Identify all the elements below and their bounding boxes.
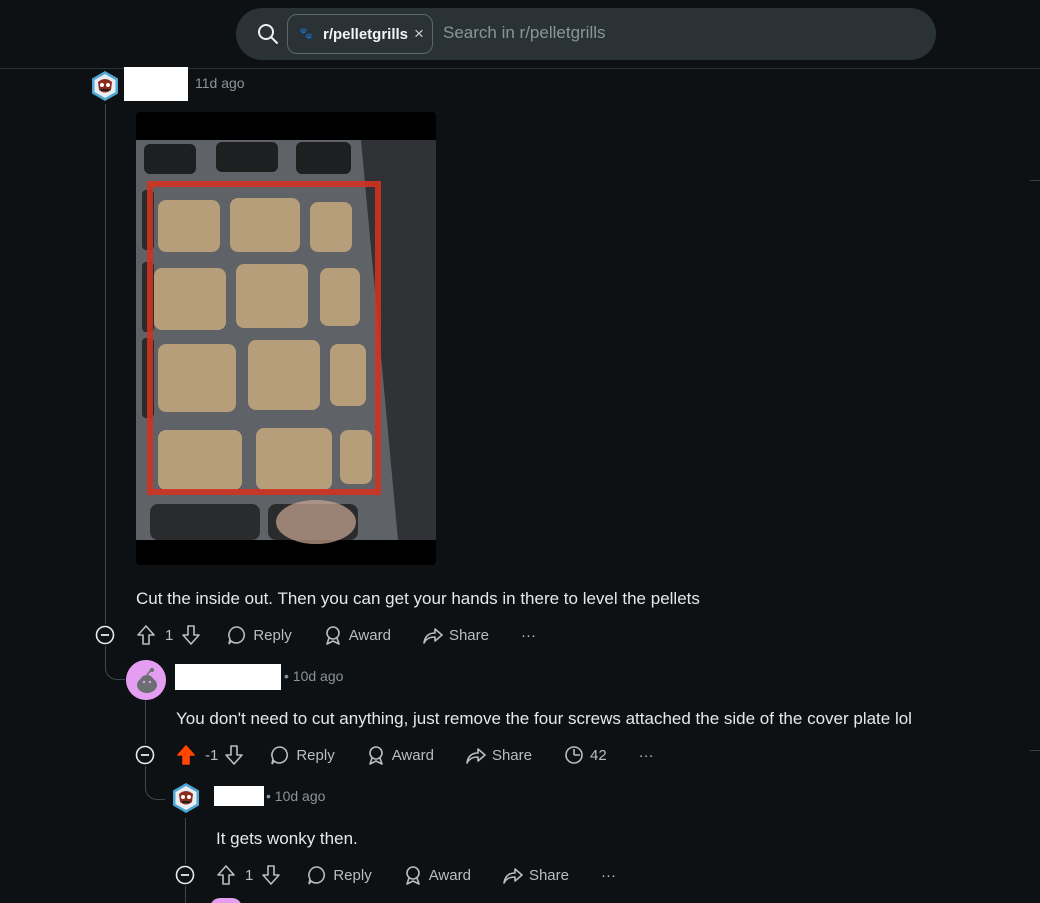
search-input[interactable]: Search in r/pelletgrills: [443, 23, 606, 43]
reply-label: Reply: [253, 626, 292, 644]
thread-line: [145, 700, 146, 744]
reply-label: Reply: [296, 746, 335, 764]
award-button[interactable]: Award: [403, 865, 471, 885]
collapse-thread-icon[interactable]: [95, 625, 115, 645]
thread-line: [105, 104, 106, 624]
share-label: Share: [448, 626, 489, 644]
reply-button[interactable]: Reply: [270, 745, 335, 765]
close-icon[interactable]: ×: [414, 24, 424, 44]
downvote-icon[interactable]: [261, 864, 281, 886]
collapse-thread-icon[interactable]: [175, 865, 195, 885]
username-redacted: [214, 786, 264, 806]
comment-action-bar: -1 Reply Award Share 42 ···: [176, 743, 654, 767]
award-button[interactable]: Award: [323, 625, 391, 645]
share-button[interactable]: Share: [466, 745, 532, 765]
share-label: Share: [491, 746, 532, 764]
avatar[interactable]: [89, 70, 121, 102]
collapse-thread-icon[interactable]: [135, 745, 155, 765]
share-button[interactable]: Share: [503, 865, 569, 885]
award-label: Award: [348, 626, 391, 644]
award-label: Award: [428, 866, 471, 884]
top-bar: 🐾 r/pelletgrills × Search in r/pelletgri…: [0, 0, 1040, 69]
comment-action-bar: 1 Reply Award Share ···: [216, 863, 616, 887]
search-bar[interactable]: 🐾 r/pelletgrills × Search in r/pelletgri…: [236, 8, 936, 60]
upvote-icon[interactable]: [136, 624, 156, 646]
award-button[interactable]: Award: [366, 745, 434, 765]
thread-branch: [105, 646, 125, 680]
scrollbar-tick: [1030, 750, 1040, 751]
comment-action-bar: 1 Reply Award Share ···: [136, 623, 536, 647]
downvote-icon[interactable]: [181, 624, 201, 646]
more-options-icon[interactable]: ···: [521, 627, 536, 644]
comment-timestamp: • 10d ago: [284, 668, 344, 684]
award-icon: [368, 746, 383, 765]
more-options-icon[interactable]: ···: [601, 867, 616, 884]
views-chart-icon: [565, 746, 583, 764]
snoo-avatar-icon: [126, 660, 166, 700]
downvote-icon[interactable]: [224, 744, 244, 766]
comment-body: It gets wonky then.: [216, 829, 358, 848]
comment-body: Cut the inside out. Then you can get you…: [136, 589, 700, 608]
upvote-icon[interactable]: [216, 864, 236, 886]
comment-body: You don't need to cut anything, just rem…: [176, 709, 912, 728]
share-icon: [503, 868, 523, 884]
share-icon: [423, 628, 443, 644]
search-icon: [258, 24, 278, 44]
vote-count: -1: [205, 746, 219, 764]
vote-count: 1: [165, 626, 174, 644]
subreddit-filter-chip[interactable]: 🐾 r/pelletgrills ×: [287, 14, 433, 54]
more-options-icon[interactable]: ···: [639, 747, 654, 764]
share-button[interactable]: Share: [423, 625, 489, 645]
scrollbar[interactable]: [1028, 69, 1040, 903]
thread-branch: [185, 886, 211, 903]
username-redacted: [124, 67, 188, 101]
view-count-label: 42: [589, 746, 607, 764]
view-count: 42: [564, 745, 607, 765]
subreddit-icon: 🐾: [299, 28, 313, 40]
avatar[interactable]: [170, 782, 202, 814]
vote-count: 1: [245, 866, 254, 884]
share-label: Share: [528, 866, 569, 884]
comment-timestamp: • 10d ago: [266, 788, 326, 804]
thread-branch: [145, 766, 165, 800]
user-avatar-icon: [173, 783, 199, 813]
subreddit-chip-label: r/pelletgrills: [323, 25, 409, 43]
scrollbar-tick: [1030, 180, 1040, 181]
thread-line: [185, 818, 186, 864]
comment-timestamp: 11d ago: [195, 75, 245, 91]
avatar[interactable]: [210, 898, 242, 903]
award-icon: [405, 866, 420, 885]
award-icon: [325, 626, 340, 645]
share-icon: [466, 748, 486, 764]
username-redacted: [175, 664, 281, 690]
comment-image[interactable]: [136, 112, 436, 565]
reply-button[interactable]: Reply: [307, 865, 372, 885]
reply-icon: [308, 866, 326, 885]
award-label: Award: [391, 746, 434, 764]
reply-button[interactable]: Reply: [227, 625, 292, 645]
upvote-active-icon[interactable]: [176, 744, 196, 766]
avatar[interactable]: [126, 660, 166, 700]
reply-label: Reply: [333, 866, 372, 884]
reply-icon: [271, 746, 289, 765]
reply-icon: [228, 626, 246, 645]
pellet-tray-photo: [136, 112, 436, 565]
user-avatar-icon: [92, 71, 118, 101]
